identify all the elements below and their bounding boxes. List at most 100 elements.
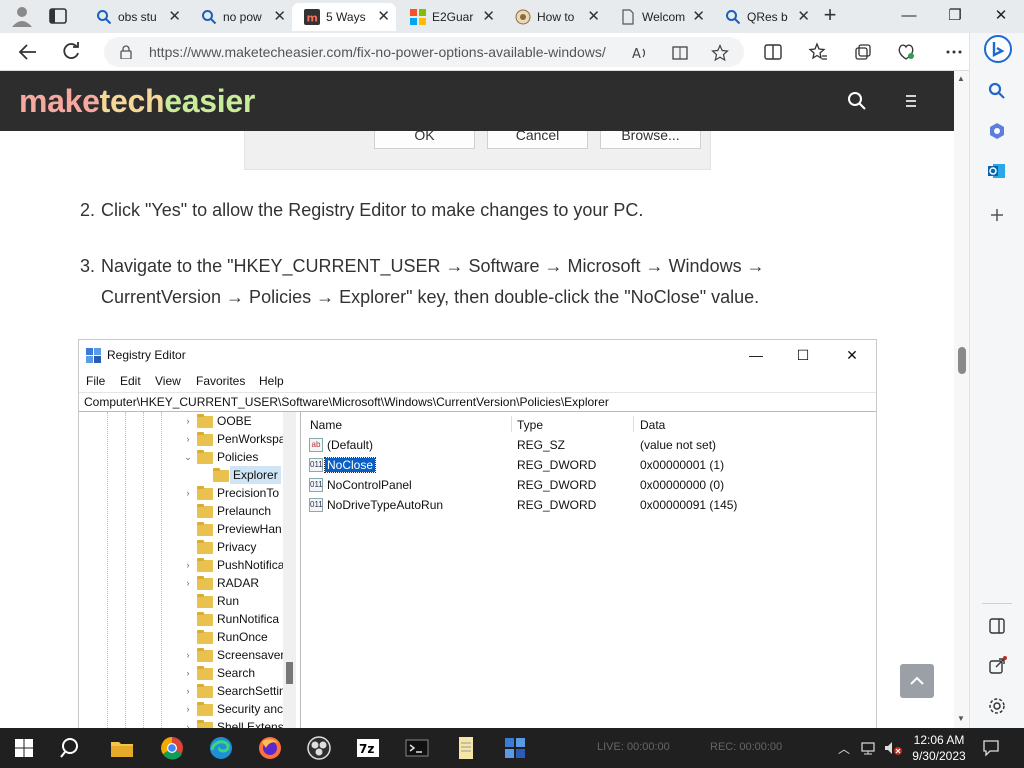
browser-essentials-icon[interactable] [896,42,916,62]
read-aloud-icon[interactable]: A [631,44,649,62]
chevron-up-icon[interactable]: ︿ [838,740,850,757]
value-data: (value not set) [640,438,717,452]
tab-label: QRes b [747,10,788,24]
obs-studio-icon[interactable] [305,734,333,762]
page-scrollbar[interactable]: ▲ ▼ [954,71,969,728]
restore-button[interactable]: ❐ [942,4,968,28]
windows-taskbar: 7z LIVE: 00:00:00 REC: 00:00:00 ︿ 12:06 … [0,728,1024,768]
search-icon[interactable] [58,734,86,762]
tab-label: Welcom [642,10,686,24]
value-type: REG_DWORD [517,498,597,512]
close-tab-icon[interactable]: ✕ [587,3,600,31]
page-viewport: maketecheasier OK Cancel Browse... 2. Cli… [0,71,969,728]
notepad-icon[interactable] [452,734,480,762]
tab-actions-icon[interactable] [48,7,70,25]
clock-time: 12:06 AM [913,733,965,747]
close-tab-icon[interactable]: ✕ [797,3,810,31]
tree-label: PushNotifica [217,558,285,572]
value-data: 0x00000000 (0) [640,478,725,492]
registry-editor-icon[interactable] [501,734,529,762]
minimize-button[interactable]: — [896,4,922,28]
firefox-icon[interactable] [256,734,284,762]
page-icon [622,9,634,25]
collections-icon[interactable] [853,42,873,62]
folder-icon [197,414,213,428]
windows-start-icon[interactable] [10,734,38,762]
tab-label: 5 Ways [326,10,366,24]
scroll-up-arrow[interactable]: ▲ [957,74,965,83]
new-tab-button[interactable]: + [818,3,842,29]
tree-scrollbar [283,412,296,728]
close-window-button[interactable]: ✕ [988,4,1014,28]
article-step: 3. Navigate to the "HKEY_CURRENT_USER → S… [80,251,765,313]
site-logo[interactable]: maketecheasier [19,82,255,120]
column-type: Type [517,418,544,432]
back-to-top-button[interactable] [900,664,934,698]
refresh-icon[interactable] [60,41,82,63]
browser-tab[interactable]: E2Guar ✕ [398,3,501,31]
registry-values-list: Name Type Data ab (Default) REG_SZ (valu… [303,412,876,728]
settings-gear-icon[interactable] [987,696,1007,716]
network-icon[interactable] [860,740,878,756]
logo-part-easier: easier [164,83,255,119]
menu-view: View [155,374,181,388]
edge-icon[interactable] [207,734,235,762]
tree-label: Search [217,666,256,680]
folder-icon [197,630,213,644]
chrome-icon[interactable] [158,734,186,762]
shopping-icon[interactable] [987,121,1007,141]
browser-tab[interactable]: How to ✕ [503,3,606,31]
terminal-icon[interactable] [403,734,431,762]
registry-value-row: 011 NoDriveTypeAutoRun REG_DWORD 0x00000… [303,496,876,516]
7zip-icon[interactable]: 7z [354,734,382,762]
chevron-down-icon: ⌄ [184,452,192,462]
volume-muted-icon[interactable] [883,740,903,756]
add-icon[interactable] [987,205,1007,225]
url-text[interactable]: https://www.maketecheasier.com/fix-no-po… [149,44,606,60]
menu-favorites: Favorites [196,374,246,388]
search-icon[interactable] [987,81,1007,101]
favorite-star-icon[interactable] [711,44,729,62]
system-clock[interactable]: 12:06 AM 9/30/2023 [909,732,969,764]
scroll-down-arrow[interactable]: ▼ [957,714,965,723]
search-icon [97,10,112,25]
folder-icon [197,486,213,500]
tree-label: Shell Extens [217,720,284,728]
immersive-reader-icon[interactable] [671,44,689,62]
browser-tab[interactable]: Welcom ✕ [608,3,711,31]
tab-label: obs stu [118,10,157,24]
search-icon [202,10,217,25]
value-type: REG_DWORD [517,458,597,472]
split-screen-icon[interactable] [763,42,783,62]
favorites-icon[interactable] [808,42,828,62]
hide-sidebar-icon[interactable] [987,616,1007,636]
file-explorer-icon[interactable] [108,734,136,762]
notifications-icon[interactable] [982,739,1000,757]
close-tab-icon[interactable]: ✕ [168,3,181,31]
page-scroll-thumb[interactable] [958,347,966,374]
browser-tab-active[interactable]: m 5 Ways ✕ [292,3,396,31]
more-menu-icon[interactable] [944,42,964,62]
close-tab-icon[interactable]: ✕ [377,3,390,31]
browser-tab[interactable]: no pow ✕ [189,3,292,31]
tree-label: PrecisionTo [217,486,280,500]
url-box[interactable]: https://www.maketecheasier.com/fix-no-po… [104,37,744,67]
chevron-right-icon: › [186,416,190,426]
bing-copilot-icon[interactable] [984,35,1012,63]
close-tab-icon[interactable]: ✕ [273,3,286,31]
column-data: Data [640,418,666,432]
tab-label: no pow [223,10,262,24]
tree-label: Screensaver [217,648,285,662]
close-tab-icon[interactable]: ✕ [482,3,495,31]
lock-icon[interactable] [119,45,133,59]
back-icon[interactable] [17,41,39,63]
close-tab-icon[interactable]: ✕ [692,3,705,31]
outlook-icon[interactable] [987,161,1007,181]
search-icon[interactable] [847,91,867,111]
browser-tab[interactable]: QRes b ✕ [713,3,816,31]
browser-tab[interactable]: obs stu ✕ [84,3,187,31]
external-link-icon[interactable] [987,656,1007,676]
windows-favicon [410,9,426,25]
profile-icon[interactable] [10,5,34,27]
hamburger-menu-icon[interactable] [901,91,921,111]
